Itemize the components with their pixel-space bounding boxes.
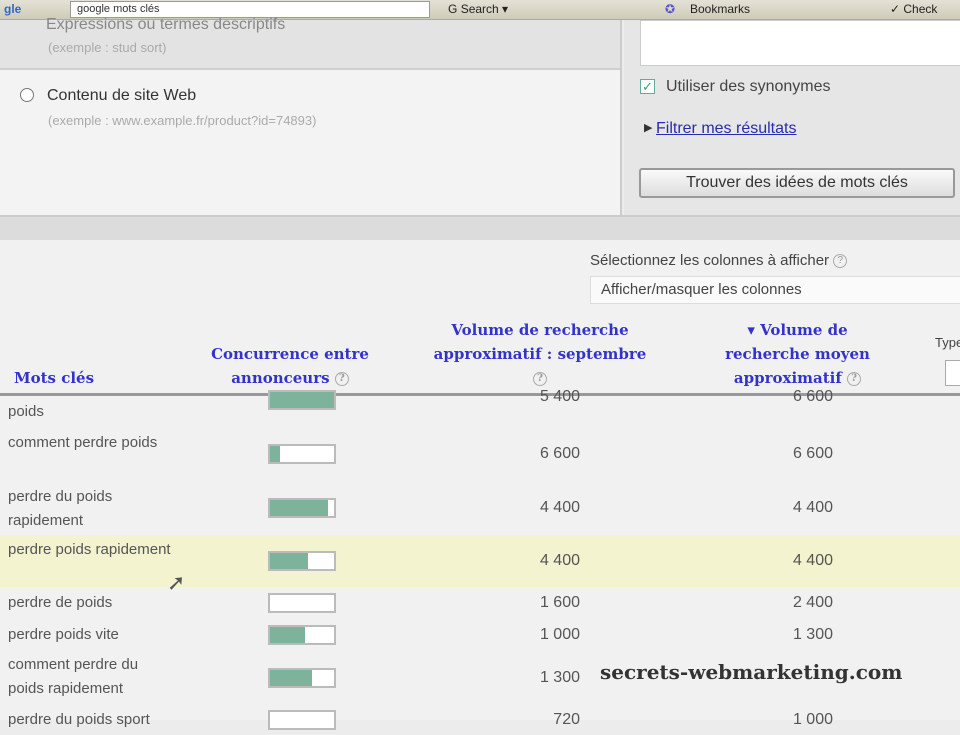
competition-bar-fill bbox=[270, 446, 280, 462]
volume-avg-cell: 4 400 bbox=[792, 499, 833, 516]
option-label: Expressions ou termes descriptifs bbox=[46, 16, 286, 33]
type-select[interactable] bbox=[945, 360, 960, 386]
header-keyword[interactable]: Mots clés bbox=[14, 366, 94, 390]
competition-bar-fill bbox=[270, 553, 309, 569]
competition-bar bbox=[268, 593, 336, 613]
header-volume-avg[interactable]: ▾ Volume de recherche moyen approximatif… bbox=[705, 318, 890, 390]
table-row[interactable]: perdre du poids rapidement 4 400 4 400 bbox=[0, 482, 960, 534]
search-button[interactable]: G Search ▾ bbox=[448, 2, 508, 16]
volume-month-cell: 4 400 bbox=[539, 552, 580, 569]
table-row[interactable]: perdre poids vite 1 000 1 300 bbox=[0, 620, 960, 650]
website-radio[interactable] bbox=[20, 88, 34, 102]
competition-bar bbox=[268, 625, 336, 645]
volume-avg-cell: 1 300 bbox=[792, 626, 833, 643]
header-volume-month[interactable]: Volume de recherche approximatif : septe… bbox=[415, 318, 665, 390]
competition-bar bbox=[268, 551, 336, 571]
competition-bar bbox=[268, 710, 336, 730]
check-label: Check bbox=[903, 2, 938, 16]
find-keywords-button[interactable]: Trouver des idées de mots clés bbox=[639, 168, 955, 198]
header-type[interactable]: Type bbox=[935, 335, 960, 350]
header-volume-month-label: Volume de recherche approximatif : septe… bbox=[433, 321, 647, 363]
text-input[interactable] bbox=[640, 20, 960, 66]
divider bbox=[0, 215, 960, 240]
keyword-cell: perdre du poids rapidement bbox=[8, 488, 113, 529]
search-icon: G bbox=[448, 2, 458, 16]
bookmarks-button[interactable]: Bookmarks bbox=[690, 2, 750, 16]
star-icon: ✪ bbox=[665, 2, 676, 16]
table-row[interactable]: poids 5 400 6 600 bbox=[0, 388, 960, 428]
help-icon[interactable]: ? bbox=[833, 254, 848, 269]
filter-results-link[interactable]: Filtrer mes résultats bbox=[656, 120, 796, 138]
columns-select[interactable]: Afficher/masquer les colonnes bbox=[590, 276, 960, 304]
columns-label: Sélectionnez les colonnes à afficher ? bbox=[590, 252, 848, 269]
competition-bar bbox=[268, 667, 336, 688]
competition-bar bbox=[268, 390, 336, 410]
volume-avg-cell: 6 600 bbox=[792, 445, 833, 462]
competition-bar-fill bbox=[270, 669, 312, 686]
help-icon[interactable]: ? bbox=[847, 372, 862, 386]
volume-avg-cell: 4 400 bbox=[792, 552, 833, 569]
volume-month-cell: 6 600 bbox=[539, 445, 580, 462]
competition-bar-fill bbox=[270, 627, 306, 643]
volume-month-cell: 1 000 bbox=[539, 626, 580, 643]
options-panel: ✓ Utiliser des synonymes ▶ Filtrer mes r… bbox=[624, 20, 960, 215]
help-icon[interactable]: ? bbox=[533, 372, 547, 386]
synonyms-checkbox[interactable]: ✓ bbox=[640, 79, 655, 94]
columns-label-text: Sélectionnez les colonnes à afficher bbox=[590, 252, 830, 269]
volume-avg-cell: 6 600 bbox=[792, 388, 833, 405]
keyword-cell: perdre poids rapidement bbox=[8, 541, 171, 558]
header-competition[interactable]: Concurrence entre annonceurs ? bbox=[205, 342, 375, 390]
volume-month-cell: 720 bbox=[553, 711, 580, 728]
volume-month-cell: 1 300 bbox=[539, 668, 580, 686]
table-row[interactable]: perdre poids rapidement 4 400 4 400 bbox=[0, 535, 960, 587]
keyword-cell: comment perdre poids bbox=[8, 434, 158, 451]
competition-bar-fill bbox=[270, 392, 334, 408]
keyword-cell: perdre de poids bbox=[8, 594, 113, 611]
volume-avg-cell: 1 000 bbox=[792, 711, 833, 728]
volume-avg-cell: 2 400 bbox=[792, 594, 833, 611]
option-example: (exemple : stud sort) bbox=[48, 40, 167, 55]
option-label: Contenu de site Web bbox=[47, 87, 197, 104]
table-row[interactable]: comment perdre poids 6 600 6 600 bbox=[0, 428, 960, 480]
check-button[interactable]: ✓ Check bbox=[890, 2, 937, 16]
results-area: Sélectionnez les colonnes à afficher ? A… bbox=[0, 240, 960, 730]
search-label: Search bbox=[460, 2, 499, 16]
competition-bar-fill bbox=[270, 500, 328, 516]
triangle-right-icon: ▶ bbox=[644, 122, 653, 134]
search-type-panel: Expressions ou termes descriptifs (exemp… bbox=[0, 16, 622, 215]
watermark: secrets-webmarketing.com bbox=[600, 660, 903, 684]
keyword-cell: comment perdre du poids rapidement bbox=[8, 656, 139, 697]
competition-bar bbox=[268, 444, 336, 464]
option-descriptive-terms[interactable]: Expressions ou termes descriptifs (exemp… bbox=[0, 16, 620, 70]
volume-month-cell: 1 600 bbox=[539, 594, 580, 611]
mouse-cursor-icon: ➚ bbox=[167, 570, 186, 595]
keyword-cell: poids bbox=[8, 403, 44, 420]
table-row[interactable]: perdre du poids sport 720 1 000 bbox=[0, 705, 960, 735]
table-row[interactable]: perdre de poids 1 600 2 400 bbox=[0, 588, 960, 618]
google-logo-icon: gle bbox=[4, 2, 22, 16]
help-icon[interactable]: ? bbox=[334, 372, 349, 386]
keyword-cell: perdre poids vite bbox=[8, 626, 119, 643]
volume-month-cell: 4 400 bbox=[539, 499, 580, 516]
volume-month-cell: 5 400 bbox=[539, 388, 580, 405]
keyword-cell: perdre du poids sport bbox=[8, 711, 150, 728]
synonyms-label: Utiliser des synonymes bbox=[666, 78, 831, 95]
option-example: (exemple : www.example.fr/product?id=748… bbox=[48, 113, 317, 128]
competition-bar bbox=[268, 498, 336, 518]
